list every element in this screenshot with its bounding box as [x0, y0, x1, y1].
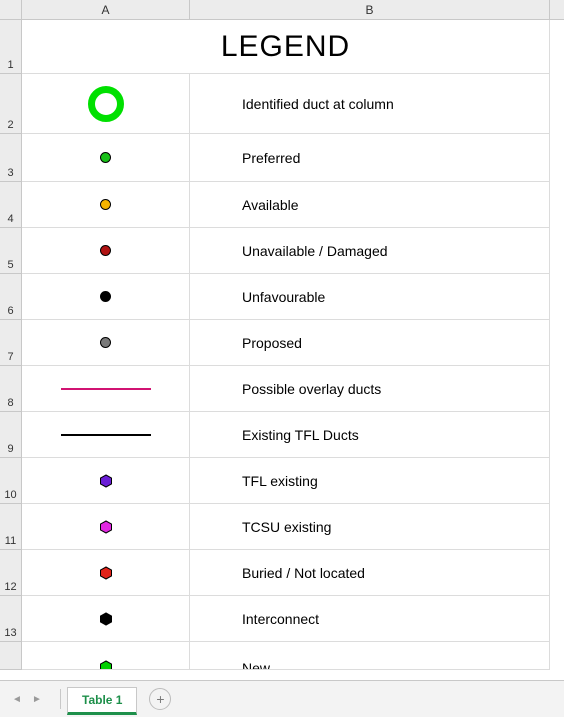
cell-symbol[interactable]	[22, 228, 190, 274]
row-header[interactable]: 2	[0, 74, 22, 134]
line-icon	[61, 434, 151, 436]
legend-label: Preferred	[242, 150, 300, 166]
cell-label[interactable]: Unavailable / Damaged	[190, 228, 550, 274]
dot-icon	[100, 245, 111, 256]
cell-label[interactable]: Available	[190, 182, 550, 228]
legend-label: Existing TFL Ducts	[242, 427, 359, 443]
legend-label: Unfavourable	[242, 289, 325, 305]
legend-label: Interconnect	[242, 611, 319, 627]
row-header[interactable]: 4	[0, 182, 22, 228]
tab-nav: ◄ ►	[0, 692, 54, 706]
row-header[interactable]	[0, 642, 22, 670]
hexagon-icon	[99, 520, 113, 534]
cell-symbol[interactable]	[22, 74, 190, 134]
row-header[interactable]: 11	[0, 504, 22, 550]
cell-symbol[interactable]	[22, 596, 190, 642]
hexagon-icon	[99, 566, 113, 580]
cell-symbol[interactable]	[22, 366, 190, 412]
column-header-a[interactable]: A	[22, 0, 190, 19]
cell-title[interactable]: LEGEND	[22, 20, 550, 74]
tab-prev-icon[interactable]: ◄	[10, 692, 24, 706]
ring-icon	[88, 86, 124, 122]
row-header[interactable]: 3	[0, 134, 22, 182]
cell-symbol[interactable]	[22, 504, 190, 550]
sheet-tab-bar: ◄ ► Table 1 +	[0, 680, 564, 717]
dot-icon	[100, 152, 111, 163]
hexagon-icon	[99, 612, 113, 626]
cell-symbol[interactable]	[22, 274, 190, 320]
row-header[interactable]: 6	[0, 274, 22, 320]
row-header[interactable]: 8	[0, 366, 22, 412]
rows-container: 1LEGEND2 Identified duct at column 3 Prefer…	[0, 20, 564, 670]
tab-next-icon[interactable]: ►	[30, 692, 44, 706]
sheet-tab-active[interactable]: Table 1	[67, 687, 137, 715]
legend-label: Possible overlay ducts	[242, 381, 381, 397]
row-header[interactable]: 9	[0, 412, 22, 458]
cell-label[interactable]: Proposed	[190, 320, 550, 366]
tab-separator	[60, 689, 61, 709]
legend-label: Proposed	[242, 335, 302, 351]
dot-icon	[100, 291, 111, 302]
row-header[interactable]: 7	[0, 320, 22, 366]
column-header-bar: A B	[0, 0, 564, 20]
legend-label: TCSU existing	[242, 519, 331, 535]
cell-label[interactable]: TFL existing	[190, 458, 550, 504]
cell-label[interactable]: Preferred	[190, 134, 550, 182]
cell-symbol[interactable]	[22, 642, 190, 670]
select-all-corner[interactable]	[0, 0, 22, 19]
cell-symbol[interactable]	[22, 550, 190, 596]
cell-symbol[interactable]	[22, 320, 190, 366]
cell-symbol[interactable]	[22, 412, 190, 458]
row-header[interactable]: 12	[0, 550, 22, 596]
cell-label[interactable]: Identified duct at column	[190, 74, 550, 134]
legend-label: New	[242, 660, 270, 670]
dot-icon	[100, 337, 111, 348]
cell-label[interactable]: Unfavourable	[190, 274, 550, 320]
row-header[interactable]: 5	[0, 228, 22, 274]
legend-label: Available	[242, 197, 299, 213]
cell-label[interactable]: Interconnect	[190, 596, 550, 642]
column-header-b[interactable]: B	[190, 0, 550, 19]
cell-label[interactable]: New	[190, 642, 550, 670]
legend-title: LEGEND	[22, 30, 549, 64]
row-header[interactable]: 10	[0, 458, 22, 504]
cell-label[interactable]: TCSU existing	[190, 504, 550, 550]
row-header[interactable]: 1	[0, 20, 22, 74]
cell-symbol[interactable]	[22, 134, 190, 182]
line-icon	[61, 388, 151, 390]
row-header[interactable]: 13	[0, 596, 22, 642]
dot-icon	[100, 199, 111, 210]
legend-label: Unavailable / Damaged	[242, 243, 388, 259]
legend-label: Identified duct at column	[242, 96, 394, 112]
cell-label[interactable]: Possible overlay ducts	[190, 366, 550, 412]
hexagon-icon	[99, 660, 113, 670]
add-sheet-button[interactable]: +	[149, 688, 171, 710]
hexagon-icon	[99, 474, 113, 488]
legend-label: Buried / Not located	[242, 565, 365, 581]
cell-symbol[interactable]	[22, 458, 190, 504]
spreadsheet-area: A B 1LEGEND2 Identified duct at column 3 Pr…	[0, 0, 564, 680]
legend-label: TFL existing	[242, 473, 318, 489]
cell-symbol[interactable]	[22, 182, 190, 228]
cell-label[interactable]: Existing TFL Ducts	[190, 412, 550, 458]
cell-label[interactable]: Buried / Not located	[190, 550, 550, 596]
